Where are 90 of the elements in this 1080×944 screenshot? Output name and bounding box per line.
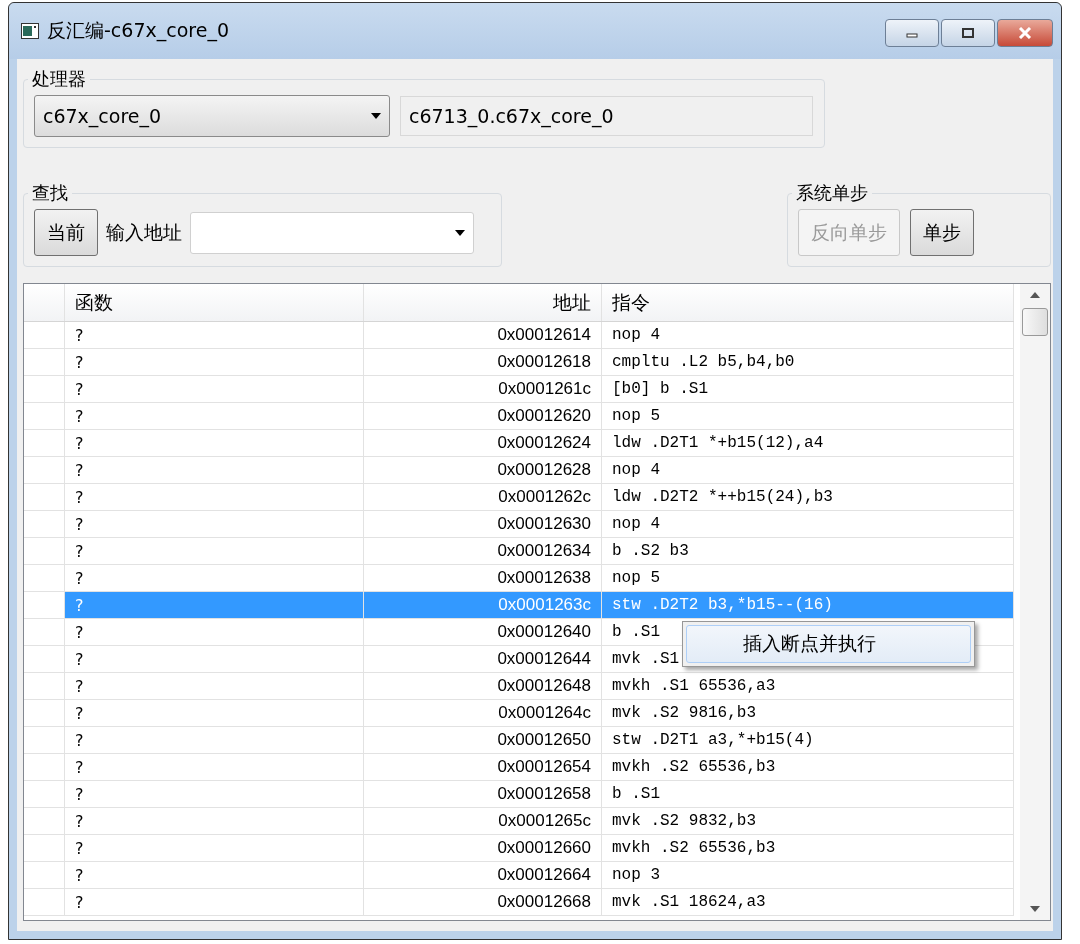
table-cell: ?: [65, 484, 364, 510]
table-cell: nop 4: [602, 322, 1014, 348]
table-cell: 0x00012644: [364, 646, 602, 672]
table-cell: nop 3: [602, 862, 1014, 888]
table-cell: ?: [65, 376, 364, 402]
processor-name-field: c6713_0.c67x_core_0: [400, 96, 813, 136]
table-cell: 0x00012660: [364, 835, 602, 861]
table-cell: stw .D2T1 a3,*+b15(4): [602, 727, 1014, 753]
table-cell: 0x00012618: [364, 349, 602, 375]
table-cell: ?: [65, 754, 364, 780]
table-cell: ?: [65, 565, 364, 591]
scroll-down-icon[interactable]: [1030, 906, 1040, 912]
table-cell: mvkh .S2 65536,b3: [602, 835, 1014, 861]
address-label: 输入地址: [106, 219, 182, 245]
table-cell: 0x00012634: [364, 538, 602, 564]
table-cell: nop 4: [602, 457, 1014, 483]
vertical-scrollbar[interactable]: [1020, 284, 1050, 920]
window-title: 反汇编-c67x_core_0: [47, 18, 230, 44]
table-cell: ldw .D2T2 *++b15(24),b3: [602, 484, 1014, 510]
table-cell: ?: [65, 889, 364, 915]
column-header[interactable]: 地址: [364, 284, 602, 321]
table-cell: 0x0001261c: [364, 376, 602, 402]
table-cell: mvk .S2 9816,b3: [602, 700, 1014, 726]
close-button[interactable]: [997, 19, 1053, 47]
table-cell: ?: [65, 781, 364, 807]
table-cell: 0x00012638: [364, 565, 602, 591]
current-button[interactable]: 当前: [34, 209, 98, 256]
table-cell: mvk .S1 18624,a3: [602, 889, 1014, 915]
table-cell: 0x00012624: [364, 430, 602, 456]
minimize-button[interactable]: [885, 19, 939, 47]
table-cell: b .S1: [602, 781, 1014, 807]
table-cell: ?: [65, 538, 364, 564]
table-cell: mvkh .S1 65536,a3: [602, 673, 1014, 699]
table-cell: 0x00012654: [364, 754, 602, 780]
table-cell: 0x00012664: [364, 862, 602, 888]
group-label: 系统单步: [795, 181, 869, 205]
table-cell: nop 5: [602, 403, 1014, 429]
table-cell: b .S2 b3: [602, 538, 1014, 564]
processor-dropdown[interactable]: c67x_core_0: [34, 95, 390, 137]
address-field[interactable]: [190, 211, 474, 254]
table-cell: stw .D2T2 b3,*b15--(16): [602, 592, 1014, 618]
table-cell: 0x00012620: [364, 403, 602, 429]
table-cell: mvkh .S2 65536,b3: [602, 754, 1014, 780]
table-cell: ?: [65, 808, 364, 834]
table-cell: 0x0001264c: [364, 700, 602, 726]
column-header[interactable]: 函数: [65, 284, 364, 321]
table-cell: ?: [65, 511, 364, 537]
table-cell: ?: [65, 403, 364, 429]
table-cell: 0x00012630: [364, 511, 602, 537]
table-cell: mvk .S2 9832,b3: [602, 808, 1014, 834]
table-cell: ?: [65, 646, 364, 672]
table-cell: 0x00012628: [364, 457, 602, 483]
table-cell: nop 4: [602, 511, 1014, 537]
table-cell: 0x0001262c: [364, 484, 602, 510]
table-cell: 0x00012648: [364, 673, 602, 699]
table-cell: 0x00012640: [364, 619, 602, 645]
table-cell: ?: [65, 592, 364, 618]
table-cell: 0x00012650: [364, 727, 602, 753]
table-cell: 0x00012668: [364, 889, 602, 915]
table-cell: ?: [65, 727, 364, 753]
close-icon: [1018, 27, 1032, 39]
scroll-up-icon[interactable]: [1030, 292, 1040, 298]
table-cell: 0x00012658: [364, 781, 602, 807]
table-cell: ?: [65, 700, 364, 726]
caret-icon: [455, 229, 465, 236]
group-label: 查找: [31, 181, 69, 205]
menu-item[interactable]: 插入断点并执行: [686, 625, 971, 663]
column-header[interactable]: 指令: [602, 284, 1014, 321]
caret-icon: [371, 113, 381, 119]
table-cell: [b0] b .S1: [602, 376, 1014, 402]
table-cell: 0x00012614: [364, 322, 602, 348]
table-cell: ?: [65, 673, 364, 699]
table-cell: 0x0001265c: [364, 808, 602, 834]
step-button[interactable]: 单步: [910, 209, 974, 256]
table-cell: cmpltu .L2 b5,b4,b0: [602, 349, 1014, 375]
table-cell: ?: [65, 862, 364, 888]
table-cell: ?: [65, 430, 364, 456]
table-cell: ?: [65, 349, 364, 375]
scroll-thumb[interactable]: [1022, 308, 1048, 336]
table-cell: ?: [65, 619, 364, 645]
table-cell: nop 5: [602, 565, 1014, 591]
table-cell: ldw .D2T1 *+b15(12),a4: [602, 430, 1014, 456]
table-cell: ?: [65, 457, 364, 483]
table-cell: ?: [65, 322, 364, 348]
table-cell: 0x0001263c: [364, 592, 602, 618]
maximize-button[interactable]: [941, 19, 995, 47]
group-label: 处理器: [31, 67, 87, 91]
app-icon: [21, 23, 39, 39]
table-cell: ?: [65, 835, 364, 861]
maximize-icon: [962, 28, 974, 38]
